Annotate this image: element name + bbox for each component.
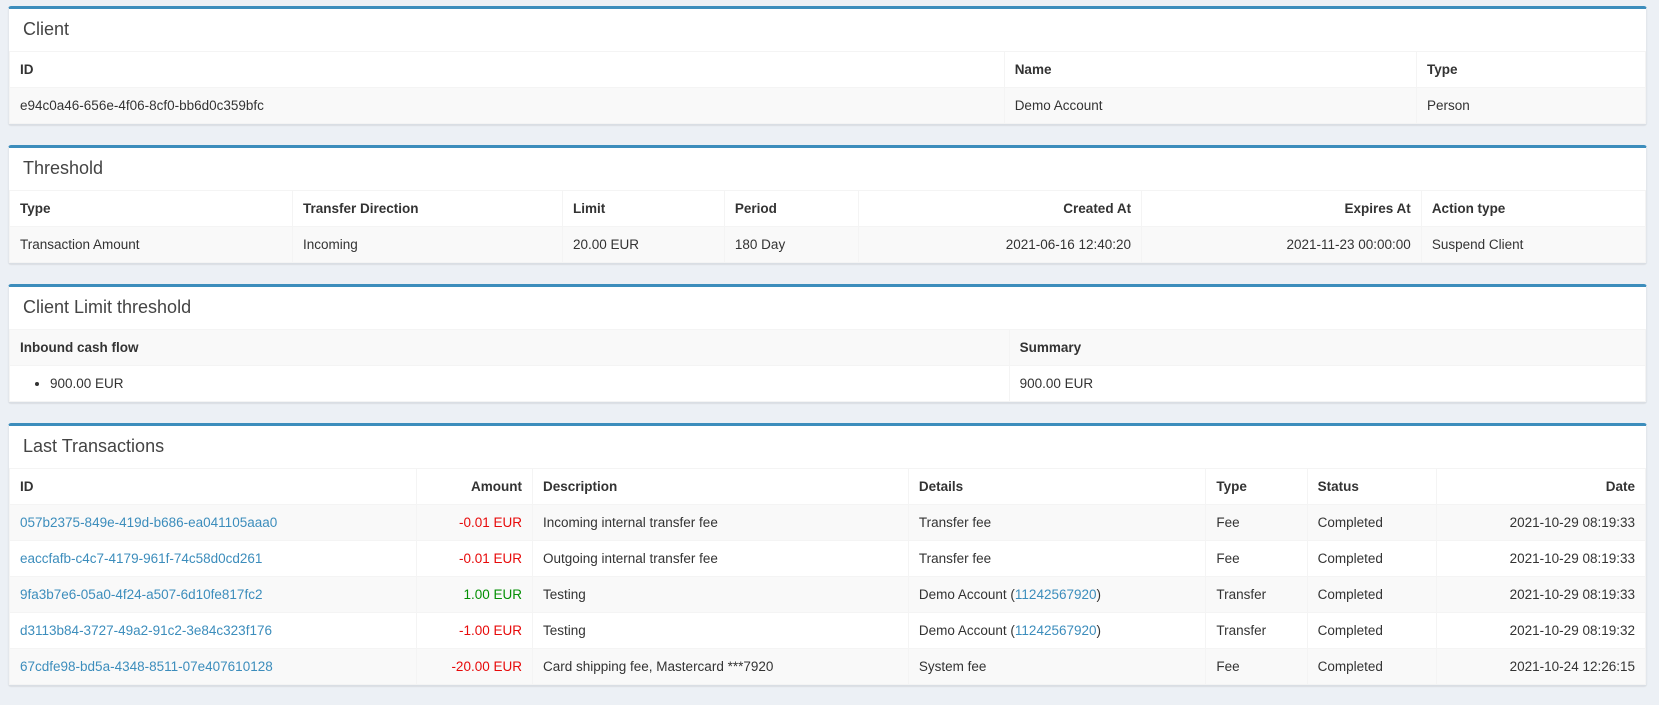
transaction-details: Demo Account (11242567920) [908,613,1205,649]
client-limit-table: Inbound cash flow Summary 900.00 EUR 900… [9,329,1646,402]
client-limit-card: Client Limit threshold Inbound cash flow… [8,284,1647,403]
transaction-id-link[interactable]: 9fa3b7e6-05a0-4f24-a507-6d10fe817fc2 [20,587,262,602]
transaction-description: Testing [532,613,908,649]
threshold-transfer-direction-value: Incoming [293,227,563,263]
client-limit-summary-value: 900.00 EUR [1009,366,1645,402]
transaction-row: eaccfafb-c4c7-4179-961f-74c58d0cd261 -0.… [10,541,1646,577]
client-limit-header-inbound: Inbound cash flow [10,330,1010,366]
transaction-date: 2021-10-29 08:19:32 [1436,613,1645,649]
client-limit-inbound-cell: 900.00 EUR [10,366,1010,402]
transaction-row: 9fa3b7e6-05a0-4f24-a507-6d10fe817fc2 1.0… [10,577,1646,613]
threshold-header-expires-at: Expires At [1142,191,1422,227]
transaction-description: Outgoing internal transfer fee [532,541,908,577]
threshold-header-period: Period [724,191,858,227]
transaction-amount: 1.00 EUR [463,587,522,602]
transactions-header-details: Details [908,469,1205,505]
transactions-table: ID Amount Description Details Type Statu… [9,468,1646,685]
transactions-table-header-row: ID Amount Description Details Type Statu… [10,469,1646,505]
transaction-details-account-link[interactable]: 11242567920 [1015,587,1097,602]
transactions-header-amount: Amount [416,469,532,505]
transaction-status: Completed [1307,505,1436,541]
transaction-status: Completed [1307,649,1436,685]
threshold-header-limit: Limit [562,191,724,227]
transaction-id-link[interactable]: eaccfafb-c4c7-4179-961f-74c58d0cd261 [20,551,262,566]
threshold-card-title: Threshold [9,148,1646,190]
transaction-amount: -0.01 EUR [459,551,522,566]
transaction-type: Transfer [1206,613,1307,649]
transaction-date: 2021-10-29 08:19:33 [1436,505,1645,541]
transaction-id-link[interactable]: 057b2375-849e-419d-b686-ea041105aaa0 [20,515,277,530]
threshold-header-transfer-direction: Transfer Direction [293,191,563,227]
threshold-table-header-row: Type Transfer Direction Limit Period Cre… [10,191,1646,227]
client-limit-row: 900.00 EUR 900.00 EUR [10,366,1646,402]
transactions-header-id: ID [10,469,417,505]
transaction-details-account-name: Demo Account ( [919,587,1015,602]
client-card: Client ID Name Type e94c0a46-656e-4f06-8… [8,6,1647,125]
transactions-header-status: Status [1307,469,1436,505]
transactions-header-type: Type [1206,469,1307,505]
threshold-type-value: Transaction Amount [10,227,293,263]
transaction-details: System fee [908,649,1205,685]
client-table-header-row: ID Name Type [10,52,1646,88]
threshold-card: Threshold Type Transfer Direction Limit … [8,145,1647,264]
client-header-id: ID [10,52,1005,88]
client-limit-header-summary: Summary [1009,330,1645,366]
client-limit-table-header-row: Inbound cash flow Summary [10,330,1646,366]
transaction-row: 67cdfe98-bd5a-4348-8511-07e407610128 -20… [10,649,1646,685]
transactions-header-date: Date [1436,469,1645,505]
transaction-type: Fee [1206,505,1307,541]
client-row: e94c0a46-656e-4f06-8cf0-bb6d0c359bfc Dem… [10,88,1646,124]
page-content: Client ID Name Type e94c0a46-656e-4f06-8… [0,0,1659,686]
transaction-row: 057b2375-849e-419d-b686-ea041105aaa0 -0.… [10,505,1646,541]
transaction-amount: -20.00 EUR [451,659,522,674]
threshold-header-action-type: Action type [1421,191,1645,227]
transaction-details-account-name: Demo Account ( [919,623,1015,638]
transaction-status: Completed [1307,577,1436,613]
threshold-table: Type Transfer Direction Limit Period Cre… [9,190,1646,263]
threshold-period-value: 180 Day [724,227,858,263]
transaction-details: Transfer fee [908,541,1205,577]
transaction-type: Fee [1206,541,1307,577]
transaction-date: 2021-10-29 08:19:33 [1436,577,1645,613]
transaction-type: Fee [1206,649,1307,685]
transaction-id-link[interactable]: d3113b84-3727-49a2-91c2-3e84c323f176 [20,623,272,638]
transaction-date: 2021-10-29 08:19:33 [1436,541,1645,577]
client-limit-card-title: Client Limit threshold [9,287,1646,329]
last-transactions-card-title: Last Transactions [9,426,1646,468]
inbound-cashflow-item: 900.00 EUR [50,376,999,391]
client-type-value: Person [1416,88,1645,124]
transaction-row: d3113b84-3727-49a2-91c2-3e84c323f176 -1.… [10,613,1646,649]
transaction-id-link[interactable]: 67cdfe98-bd5a-4348-8511-07e407610128 [20,659,273,674]
transaction-description: Incoming internal transfer fee [532,505,908,541]
transaction-details: Demo Account (11242567920) [908,577,1205,613]
threshold-row: Transaction Amount Incoming 20.00 EUR 18… [10,227,1646,263]
threshold-header-type: Type [10,191,293,227]
threshold-header-created-at: Created At [859,191,1142,227]
transaction-details: Transfer fee [908,505,1205,541]
inbound-cashflow-list: 900.00 EUR [20,376,999,391]
client-header-name: Name [1004,52,1416,88]
client-table: ID Name Type e94c0a46-656e-4f06-8cf0-bb6… [9,51,1646,124]
threshold-created-at-value: 2021-06-16 12:40:20 [859,227,1142,263]
threshold-expires-at-value: 2021-11-23 00:00:00 [1142,227,1422,263]
last-transactions-card: Last Transactions ID Amount Description … [8,423,1647,686]
client-card-title: Client [9,9,1646,51]
transaction-status: Completed [1307,613,1436,649]
transaction-date: 2021-10-24 12:26:15 [1436,649,1645,685]
transaction-status: Completed [1307,541,1436,577]
transaction-amount: -1.00 EUR [459,623,522,638]
transaction-type: Transfer [1206,577,1307,613]
transaction-details-account-link[interactable]: 11242567920 [1015,623,1097,638]
client-name-value: Demo Account [1004,88,1416,124]
threshold-limit-value: 20.00 EUR [562,227,724,263]
transaction-description: Testing [532,577,908,613]
threshold-action-type-value: Suspend Client [1421,227,1645,263]
transaction-amount: -0.01 EUR [459,515,522,530]
transactions-header-description: Description [532,469,908,505]
transaction-description: Card shipping fee, Mastercard ***7920 [532,649,908,685]
client-header-type: Type [1416,52,1645,88]
client-id-value: e94c0a46-656e-4f06-8cf0-bb6d0c359bfc [10,88,1005,124]
